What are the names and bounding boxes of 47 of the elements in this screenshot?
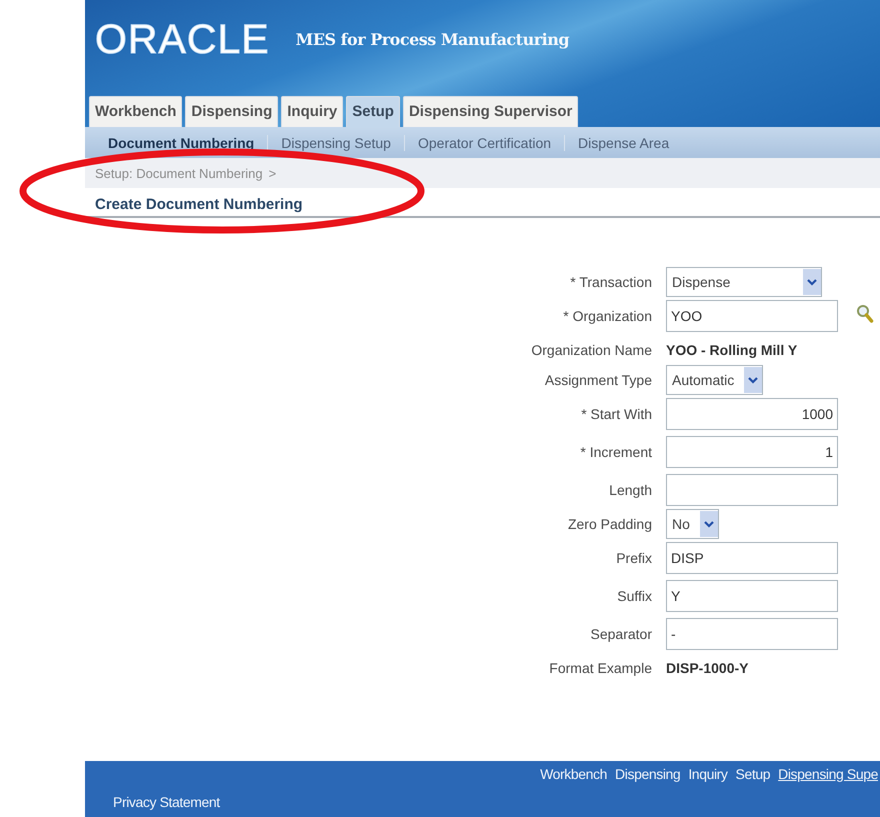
product-name: MES for Process Manufacturing [296,30,570,48]
field-label: Zero Padding [568,516,652,532]
field-label: Assignment Type [544,372,652,388]
subtab-link[interactable]: Operator Certification [404,134,564,150]
input-field[interactable] [666,474,838,506]
caret-icon [807,278,817,286]
input-field[interactable]: 1000 [666,398,838,430]
subtab-link[interactable]: Document Numbering [95,134,268,150]
input-field[interactable]: 1 [666,436,838,468]
subtab-link[interactable]: Dispense Area [564,134,682,150]
oracle-logo: ORACLE [95,18,270,60]
dropdown[interactable]: Automatic [666,365,764,395]
input-field[interactable]: DISP [666,542,838,574]
field-label: * Increment [580,444,652,460]
input-field[interactable]: - [666,618,838,650]
search-icon[interactable] [856,304,874,324]
tab[interactable]: Inquiry [281,96,344,127]
field-label: * Transaction [570,274,652,290]
tab[interactable]: Dispensing Supervisor [402,96,578,127]
input-field[interactable]: Y [666,580,838,612]
field-label: Separator [590,626,652,642]
caret-icon [704,520,714,528]
breadcrumb-separator: > [268,166,276,180]
subtab-link[interactable]: Dispensing Setup [267,134,404,150]
tab[interactable]: Setup [346,96,400,127]
footer-link[interactable]: Dispensing Supe [778,766,878,782]
footer-link[interactable]: Setup [736,766,770,782]
tab[interactable]: Dispensing [185,96,278,127]
page-title: Create Document Numbering [85,188,880,218]
footer-link[interactable]: Inquiry [688,766,728,782]
field-value: YOO - Rolling Mill Y [666,342,798,358]
field-label: Organization Name [531,342,652,358]
field-label: Format Example [549,660,652,676]
field-label: Suffix [617,588,652,604]
field-label: * Organization [563,308,652,324]
dropdown[interactable]: Dispense [666,267,822,297]
tab[interactable]: Workbench [89,96,182,127]
footer-link[interactable]: Dispensing [615,766,680,782]
input-field[interactable]: YOO [666,300,838,332]
dropdown[interactable]: No [666,509,719,539]
field-label: Prefix [616,550,652,566]
footer-link[interactable]: Workbench [540,766,608,782]
field-label: * Start With [581,406,652,422]
privacy-link[interactable]: Privacy Statement [113,794,880,810]
caret-icon [748,376,758,384]
field-value: DISP-1000-Y [666,660,748,676]
field-label: Length [609,482,652,498]
